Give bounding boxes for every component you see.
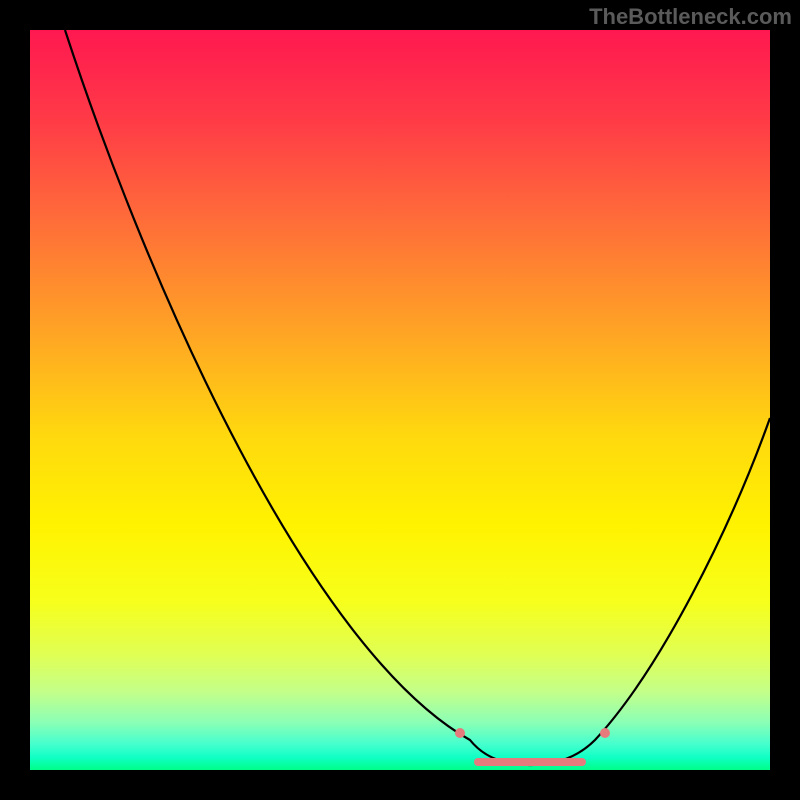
- chart-plot-area: [30, 30, 770, 770]
- heatmap-gradient-background: [30, 30, 770, 770]
- watermark-text: TheBottleneck.com: [589, 4, 792, 30]
- curve-highlight-start-dot: [455, 728, 465, 738]
- curve-highlight-end-dot: [600, 728, 610, 738]
- curve-highlight-band: [474, 758, 586, 766]
